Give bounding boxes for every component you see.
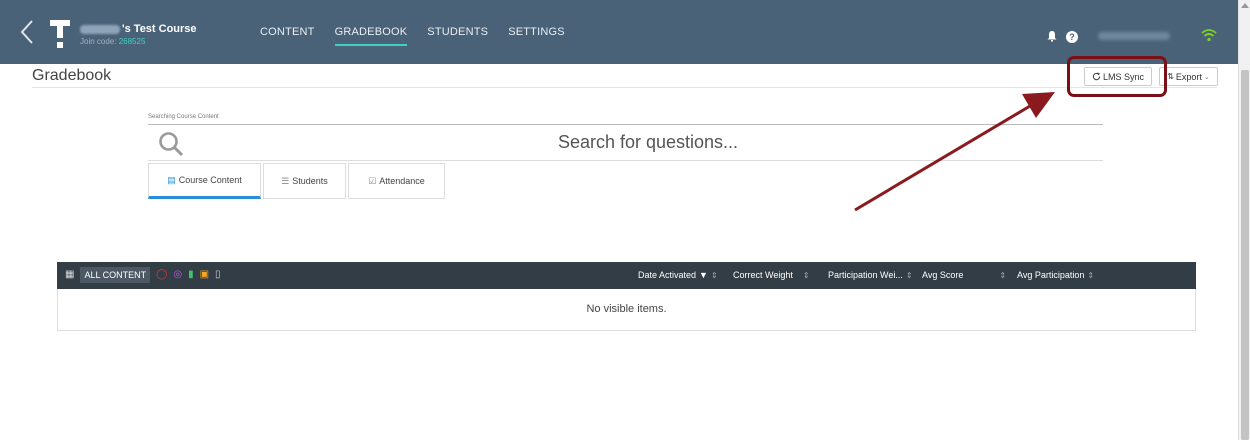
- top-nav-bar: 's Test Course Join code: 268525 CONTENT…: [0, 0, 1238, 64]
- column-avg-participation[interactable]: Avg Participation ⇕: [1017, 262, 1094, 289]
- title-divider: [32, 87, 1217, 88]
- nav-tab-students[interactable]: STUDENTS: [417, 0, 498, 64]
- sort-arrows-icon: ⇅: [1167, 72, 1174, 81]
- bookmark-icon[interactable]: ▮: [188, 269, 194, 281]
- main-nav: CONTENT GRADEBOOK STUDENTS SETTINGS: [250, 0, 575, 64]
- nav-tab-content[interactable]: CONTENT: [250, 0, 325, 64]
- course-title[interactable]: 's Test Course: [80, 23, 197, 35]
- presentation-icon[interactable]: ▣: [200, 269, 209, 281]
- chevron-down-icon: ⌄: [1203, 73, 1210, 81]
- nav-tab-gradebook[interactable]: GRADEBOOK: [325, 0, 418, 64]
- search-icon: [159, 132, 184, 157]
- nav-tab-settings[interactable]: SETTINGS: [498, 0, 575, 64]
- document-icon: ▤: [167, 174, 176, 185]
- sort-icon: ⇕: [999, 271, 1007, 280]
- content-table-body: No visible items.: [57, 289, 1196, 331]
- filter-all-content[interactable]: ALL CONTENT: [80, 267, 151, 283]
- empty-state-message: No visible items.: [586, 303, 667, 315]
- export-button[interactable]: ⇅ Export ⌄: [1159, 67, 1218, 86]
- chat-bubbles-icon[interactable]: ◎: [173, 269, 182, 281]
- search-label: Searching Course Content: [148, 114, 219, 120]
- annotation-highlight-box: [1067, 56, 1167, 97]
- tab-attendance[interactable]: ☑ Attendance: [348, 163, 445, 199]
- scroll-thumb[interactable]: [1241, 70, 1249, 440]
- list-icon: ☰: [281, 175, 290, 186]
- redacted-name: [80, 24, 120, 34]
- annotation-arrow: [854, 92, 1055, 212]
- sort-icon: ⇕: [905, 271, 913, 280]
- column-date-activated[interactable]: Date Activated ▼ ⇕: [638, 262, 718, 289]
- column-correct-weight[interactable]: Correct Weight ⇕: [733, 262, 810, 289]
- content-filters: ▦ ALL CONTENT ◯ ◎ ▮ ▣ ▯: [65, 267, 221, 283]
- help-icon[interactable]: ?: [1066, 31, 1078, 43]
- tab-students[interactable]: ☰ Students: [263, 163, 346, 199]
- page-title: Gradebook: [32, 67, 112, 84]
- join-code: Join code: 268525: [80, 37, 146, 46]
- sort-icon: ⇕: [710, 271, 718, 280]
- column-avg-score[interactable]: Avg Score ⇕: [922, 262, 1006, 289]
- bell-icon[interactable]: [1046, 30, 1058, 42]
- export-label: Export: [1175, 71, 1202, 82]
- sort-desc-icon: ▼: [699, 270, 708, 280]
- user-menu[interactable]: [1098, 32, 1170, 40]
- sort-icon: ⇕: [1087, 271, 1095, 280]
- course-info: 's Test Course Join code: 268525: [80, 23, 197, 46]
- checkbox-icon: ☑: [368, 175, 377, 186]
- app-logo-icon[interactable]: [50, 20, 70, 50]
- content-table-header: ▦ ALL CONTENT ◯ ◎ ▮ ▣ ▯ Date Activated ▼ ⇕…: [57, 262, 1196, 289]
- column-participation-weight[interactable]: Participation Wei... ⇕: [828, 262, 913, 289]
- speech-bubble-icon[interactable]: ◯: [156, 269, 167, 281]
- chevron-left-icon[interactable]: [18, 19, 36, 45]
- tab-course-content[interactable]: ▤ Course Content: [148, 163, 261, 199]
- wifi-icon: [1201, 29, 1217, 42]
- scroll-up-icon[interactable]: [1241, 3, 1249, 8]
- folders-icon[interactable]: ▦: [65, 269, 74, 281]
- page-scrollbar[interactable]: [1238, 0, 1250, 440]
- sort-icon: ⇕: [802, 271, 810, 280]
- page-icon[interactable]: ▯: [215, 269, 221, 281]
